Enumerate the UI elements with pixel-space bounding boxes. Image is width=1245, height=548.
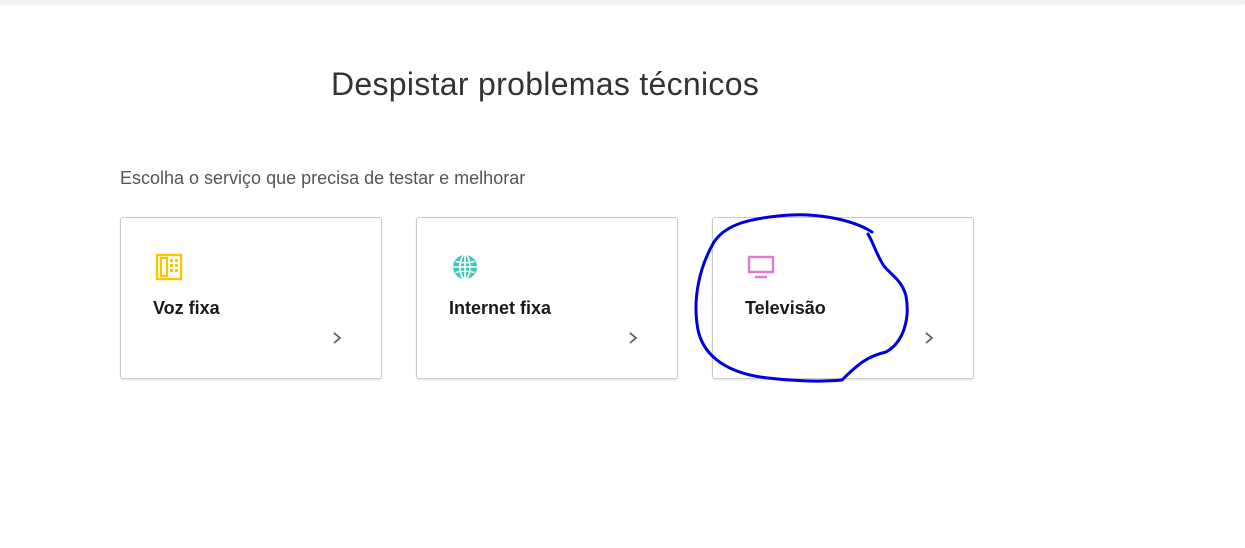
service-card-internet-fixa[interactable]: Internet fixa <box>416 217 678 379</box>
service-card-label: Televisão <box>745 298 826 318</box>
service-card-televisao[interactable]: Televisão <box>712 217 974 379</box>
top-bar <box>0 0 1245 4</box>
globe-icon <box>453 254 477 280</box>
tv-icon <box>747 255 775 279</box>
landline-phone-icon <box>155 253 183 281</box>
chevron-right-icon <box>333 332 342 344</box>
chevron-right-icon <box>629 332 638 344</box>
chevron-right-icon <box>925 332 934 344</box>
page-subtitle: Escolha o serviço que precisa de testar … <box>120 168 526 188</box>
service-card-voz-fixa[interactable]: Voz fixa <box>120 217 382 379</box>
page-title: Despistar problemas técnicos <box>331 66 760 102</box>
service-card-label: Voz fixa <box>153 298 220 318</box>
service-card-label: Internet fixa <box>449 298 552 318</box>
